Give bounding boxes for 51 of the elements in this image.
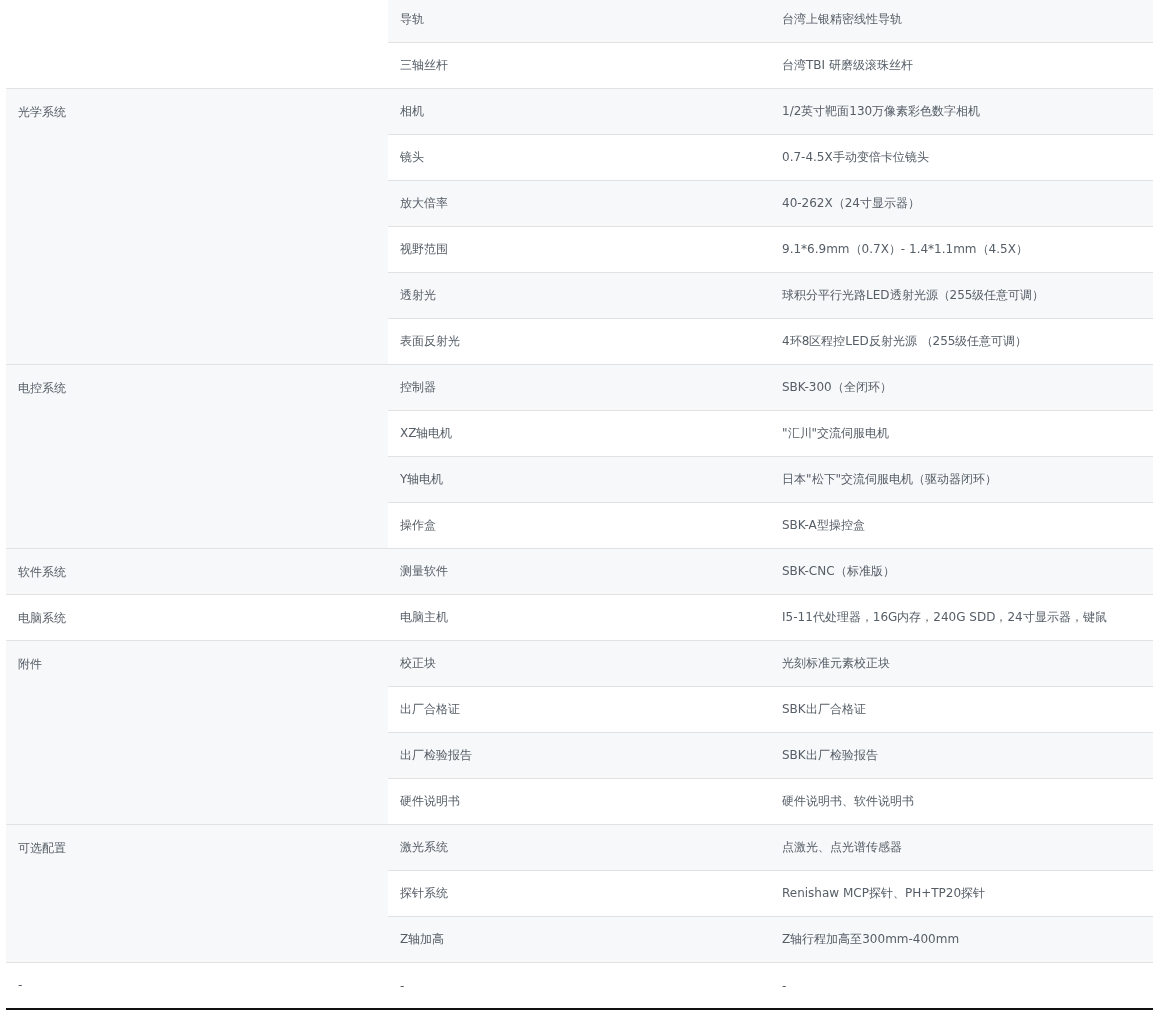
spec-name: - (400, 978, 405, 993)
spec-value: 光刻标准元素校正块 (782, 656, 890, 670)
spec-name: 电脑主机 (400, 610, 448, 624)
category-label: 软件系统 (18, 565, 66, 579)
spec-value: Z轴行程加高至300mm-400mm (782, 932, 960, 946)
spec-name: Y轴电机 (400, 472, 444, 486)
spec-value: 40-262X（24寸显示器） (782, 196, 920, 210)
spec-value: SBK出厂合格证 (782, 702, 866, 716)
category-label: 电脑系统 (18, 611, 66, 625)
spec-name: 测量软件 (400, 564, 448, 578)
spec-value: 4环8区程控LED反射光源 （255级任意可调） (782, 334, 1028, 348)
category-label: 电控系统 (18, 381, 66, 395)
spec-value: 台湾上银精密线性导轨 (782, 12, 902, 26)
category-label: - (18, 978, 23, 992)
spec-name: 放大倍率 (400, 196, 448, 210)
spec-name: 表面反射光 (400, 334, 460, 348)
spec-name: 透射光 (400, 288, 436, 302)
spec-name: 硬件说明书 (400, 794, 460, 808)
spec-value: 日本"松下"交流伺服电机（驱动器闭环） (782, 472, 998, 486)
category-label: 附件 (18, 657, 42, 671)
spec-value: 1/2英寸靶面130万像素彩色数字相机 (782, 104, 981, 118)
spec-value: 台湾TBI 研磨级滚珠丝杆 (782, 58, 913, 72)
spec-name: 相机 (400, 104, 424, 118)
spec-value: 0.7-4.5X手动变倍卡位镜头 (782, 150, 929, 164)
spec-name: 镜头 (400, 150, 424, 164)
spec-name: 探针系统 (400, 886, 448, 900)
spec-name: 三轴丝杆 (400, 58, 448, 72)
spec-name: XZ轴电机 (400, 426, 453, 440)
spec-name: 激光系统 (400, 840, 448, 854)
spec-name: 出厂检验报告 (400, 748, 472, 762)
spec-name: 视野范围 (400, 242, 448, 256)
category-label: 可选配置 (18, 841, 66, 855)
spec-name: 控制器 (400, 380, 436, 394)
spec-name: Z轴加高 (400, 932, 445, 946)
spec-value: Renishaw MCP探针、PH+TP20探针 (782, 886, 986, 900)
spec-value: "汇川"交流伺服电机 (782, 426, 890, 440)
spec-name: 校正块 (400, 656, 436, 670)
category-label: 光学系统 (18, 105, 66, 119)
spec-value: 点激光、点光谱传感器 (782, 840, 902, 854)
spec-value: - (782, 978, 787, 993)
spec-name: 出厂合格证 (400, 702, 460, 716)
spec-value: 硬件说明书、软件说明书 (782, 794, 914, 808)
spec-value: 球积分平行光路LED透射光源（255级任意可调） (782, 288, 1045, 302)
spec-name: 导轨 (400, 12, 424, 26)
spec-value: SBK-CNC（标准版） (782, 564, 895, 578)
spec-value: I5-11代处理器，16G内存，240G SDD，24寸显示器，键鼠 (782, 610, 1107, 624)
spec-name: 操作盒 (400, 518, 436, 532)
spec-value: 9.1*6.9mm（0.7X）- 1.4*1.1mm（4.5X） (782, 242, 1028, 256)
spec-value: SBK出厂检验报告 (782, 748, 878, 762)
spec-value: SBK-300（全闭环） (782, 380, 892, 394)
spec-value: SBK-A型操控盒 (782, 518, 865, 532)
